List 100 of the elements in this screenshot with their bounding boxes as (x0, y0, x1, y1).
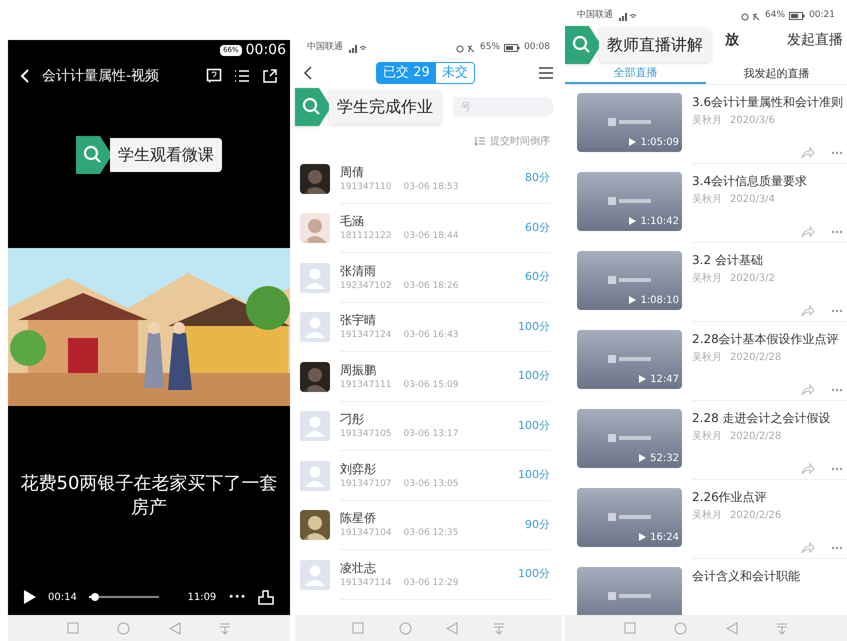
live-date: 2020/3/6 (730, 114, 775, 128)
video-duration: 1:10:42 (640, 214, 679, 228)
circle-icon[interactable] (117, 622, 130, 634)
student-id: 191347114 (340, 576, 392, 590)
video-thumbnail[interactable]: 16:24 (577, 488, 682, 546)
submit-time: 03-06 13:17 (404, 428, 458, 441)
pull-down-icon[interactable] (218, 622, 231, 634)
live-date: 2020/2/28 (730, 350, 782, 364)
clock-time: 00:08 (524, 41, 550, 54)
more-icon[interactable] (831, 230, 843, 234)
student-name: 刁彤 (340, 411, 365, 428)
submit-time: 03-06 12:35 (404, 527, 458, 540)
video-duration: 16:24 (650, 530, 679, 544)
live-title: 2.28会计基本假设作业点评 (692, 330, 840, 348)
back-triangle-icon[interactable] (168, 622, 181, 634)
square-icon[interactable] (624, 622, 636, 634)
watermark-logo-icon (608, 276, 652, 284)
tab[interactable]: 全部直播 (565, 65, 706, 84)
score-label: 100分 (518, 368, 550, 384)
score-label: 100分 (518, 318, 550, 334)
circle-icon[interactable] (398, 622, 412, 634)
video-duration: 12:47 (650, 372, 679, 386)
tab[interactable]: 我发起的直播 (706, 65, 847, 84)
video-thumbnail[interactable]: 1:08:10 (577, 250, 682, 310)
score-label: 90分 (525, 516, 550, 532)
pull-down-icon[interactable] (776, 622, 788, 634)
video-duration: 52:32 (650, 452, 679, 466)
more-icon[interactable] (831, 388, 843, 392)
video-duration: 1:08:10 (640, 294, 679, 308)
more-icon[interactable] (831, 308, 843, 312)
watermark-logo-icon (608, 513, 652, 521)
author-name: 吴秋月 (692, 272, 722, 286)
play-icon[interactable] (24, 590, 36, 604)
student-name: 凌壮志 (340, 560, 377, 576)
list-icon[interactable] (234, 69, 250, 83)
sort-button[interactable]: 提交时间倒序 (490, 134, 550, 148)
back-icon[interactable] (303, 65, 313, 81)
student-id: 181112122 (340, 230, 392, 243)
slider-thumb[interactable] (90, 593, 99, 601)
submit-time: 03-06 13:05 (404, 478, 458, 490)
play-icon (629, 217, 636, 225)
live-title: 3.6会计计量属性和会计准则 (692, 94, 844, 110)
live-title: 3.4会计信息质量要求 (692, 172, 808, 190)
circle-icon[interactable] (674, 622, 688, 634)
square-icon[interactable] (67, 622, 80, 634)
student-name: 毛涵 (340, 213, 365, 230)
author-name: 吴秋月 (692, 350, 722, 364)
video-thumbnail[interactable]: 1:05:09 (577, 92, 682, 152)
total-duration: 11:09 (187, 590, 216, 604)
video-thumbnail[interactable] (577, 566, 682, 615)
play-icon (639, 454, 646, 462)
back-triangle-icon[interactable] (726, 622, 738, 634)
submit-time: 03-06 18:44 (404, 230, 458, 243)
search-placeholder: 号 (461, 100, 471, 114)
more-icon[interactable] (831, 150, 843, 154)
score-label: 80分 (525, 170, 550, 186)
more-icon[interactable] (831, 546, 843, 550)
submit-time: 03-06 18:26 (404, 280, 458, 292)
student-name: 刘弈彤 (340, 460, 377, 478)
author-name: 吴秋月 (692, 430, 722, 444)
default-avatar-icon (300, 560, 330, 590)
battery-icon (504, 44, 520, 52)
student-id: 191347111 (340, 378, 392, 392)
submit-time: 03-06 18:53 (404, 180, 458, 194)
student-id: 191347104 (340, 527, 392, 540)
back-triangle-icon[interactable] (446, 622, 458, 634)
callout-label: 学生观看微课 (110, 138, 222, 172)
live-title: 3.2 会计基础 (692, 252, 764, 268)
student-id: 191347107 (340, 478, 392, 490)
callout-label: 教师直播讲解 (599, 28, 711, 62)
battery-icon (789, 12, 806, 20)
more-button[interactable]: ••• (228, 590, 246, 604)
live-date: 2020/3/4 (730, 192, 775, 206)
watermark-logo-icon (608, 197, 652, 205)
live-title: 2.28 走进会计之会计假设 (692, 410, 832, 426)
video-thumbnail[interactable]: 52:32 (577, 408, 682, 468)
play-icon (629, 138, 636, 146)
signal-icon (617, 12, 639, 20)
video-subtitle: 花费50两银子在老家买下了一套房产 (20, 473, 278, 518)
student-name: 张宇晴 (340, 312, 377, 329)
menu-icon[interactable] (538, 67, 554, 79)
video-thumbnail[interactable]: 1:10:42 (577, 172, 682, 230)
score-label: 60分 (525, 220, 550, 236)
elapsed-time: 00:14 (48, 590, 77, 604)
score-label: 100分 (518, 566, 550, 582)
author-name: 吴秋月 (692, 508, 722, 522)
sort-icon[interactable] (474, 136, 486, 146)
segment-tab[interactable]: 已交 29 (377, 63, 436, 83)
video-thumbnail[interactable]: 12:47 (577, 330, 682, 388)
more-icon[interactable] (831, 466, 843, 470)
battery-percent: 65% (480, 41, 500, 54)
help-icon[interactable] (206, 68, 222, 84)
video-title: 会计计量属性-视频 (42, 66, 160, 86)
pull-down-icon[interactable] (492, 622, 505, 634)
square-icon[interactable] (352, 622, 364, 634)
clock-time: 00:06 (246, 40, 286, 60)
play-icon (639, 533, 646, 541)
callout-label: 学生完成作业 (329, 90, 441, 124)
start-live-button[interactable]: 发起直播 (787, 30, 847, 51)
video-duration: 1:05:09 (640, 136, 679, 150)
